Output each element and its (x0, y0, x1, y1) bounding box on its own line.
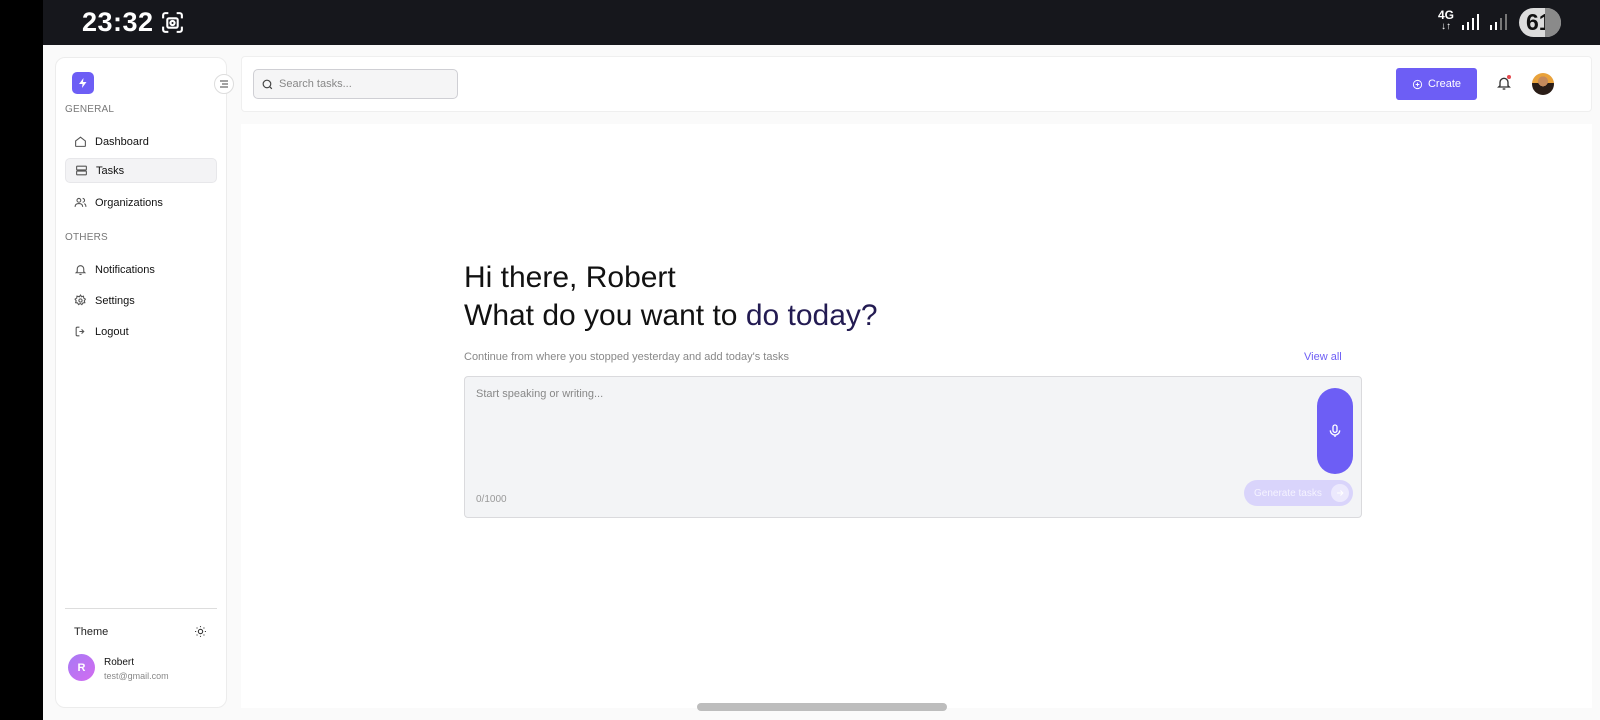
theme-label: Theme (74, 626, 109, 638)
sidebar-item-label: Notifications (95, 263, 155, 276)
sun-icon[interactable] (194, 625, 207, 638)
menu-icon (220, 80, 228, 88)
sidebar-item-label: Logout (95, 325, 129, 338)
sidebar-toggle-button[interactable] (214, 74, 234, 94)
generate-tasks-button[interactable]: Generate tasks (1244, 480, 1353, 506)
sidebar-item-label: Tasks (96, 164, 125, 177)
notifications-button[interactable] (1496, 75, 1512, 91)
logout-icon (74, 325, 87, 338)
notification-dot (1507, 75, 1511, 79)
sidebar-item-notifications[interactable]: Notifications (65, 257, 217, 282)
generate-tasks-label: Generate tasks (1254, 487, 1322, 499)
main-content: Hi there, Robert What do you want to do … (241, 124, 1592, 708)
microphone-icon (1329, 424, 1341, 437)
character-counter: 0/1000 (476, 494, 507, 505)
network-arrows: ↓↑ (1441, 21, 1451, 32)
sidebar-divider (65, 608, 217, 609)
network-type: 4G ↓↑ (1436, 9, 1456, 33)
sidebar-item-label: Dashboard (95, 135, 149, 148)
greeting-heading: Hi there, Robert (464, 261, 676, 294)
sidebar-item-settings[interactable]: Settings (65, 288, 217, 313)
gear-icon (74, 294, 87, 307)
create-button[interactable]: Create (1396, 68, 1477, 100)
question-highlight: do today? (745, 299, 878, 332)
status-bar: 23:32 4G ↓↑ 61 (43, 0, 1600, 45)
signal-icon-secondary (1490, 14, 1507, 30)
sidebar-item-tasks[interactable]: Tasks (65, 158, 217, 183)
home-icon (74, 135, 87, 148)
sidebar: GENERAL Dashboard Tasks Organizations OT… (55, 57, 234, 708)
task-input[interactable] (476, 388, 1296, 468)
status-time: 23:32 (82, 7, 154, 37)
battery-empty-portion (1545, 8, 1561, 37)
view-all-link[interactable]: View all (1304, 351, 1342, 363)
battery-indicator: 61 (1519, 8, 1561, 37)
top-bar: Create (241, 56, 1592, 112)
home-indicator[interactable] (697, 703, 947, 711)
task-composer: 0/1000 Generate tasks (464, 376, 1362, 518)
lightning-icon (79, 78, 87, 88)
question-text: What do you want to (464, 299, 746, 332)
user-avatar[interactable]: R (68, 654, 95, 681)
users-icon (74, 196, 87, 209)
sidebar-item-dashboard[interactable]: Dashboard (65, 129, 217, 154)
sidebar-item-logout[interactable]: Logout (65, 319, 217, 344)
app-window: GENERAL Dashboard Tasks Organizations OT… (43, 45, 1600, 720)
section-label-general: GENERAL (65, 104, 115, 115)
bell-icon (74, 263, 87, 276)
create-button-label: Create (1427, 78, 1462, 90)
sidebar-item-organizations[interactable]: Organizations (65, 190, 217, 215)
section-label-others: OTHERS (65, 232, 108, 243)
microphone-button[interactable] (1317, 388, 1353, 474)
signal-icon (1462, 14, 1479, 30)
network-label: 4G (1437, 8, 1454, 22)
sidebar-item-label: Organizations (95, 196, 163, 209)
search-box[interactable] (253, 69, 458, 99)
search-icon (261, 78, 274, 91)
app-logo[interactable] (72, 72, 94, 94)
sidebar-item-label: Settings (95, 294, 135, 307)
user-name: Robert (104, 657, 135, 668)
plus-circle-icon (1412, 79, 1423, 89)
tasks-icon (75, 164, 88, 177)
search-input[interactable] (279, 78, 449, 90)
subtitle: Continue from where you stopped yesterda… (464, 351, 789, 363)
arrow-right-icon (1331, 484, 1349, 502)
question-heading: What do you want to do today? (464, 299, 878, 333)
user-email: test@gmail.com (104, 671, 169, 681)
profile-avatar[interactable] (1532, 73, 1554, 95)
screenshot-icon (162, 12, 183, 33)
